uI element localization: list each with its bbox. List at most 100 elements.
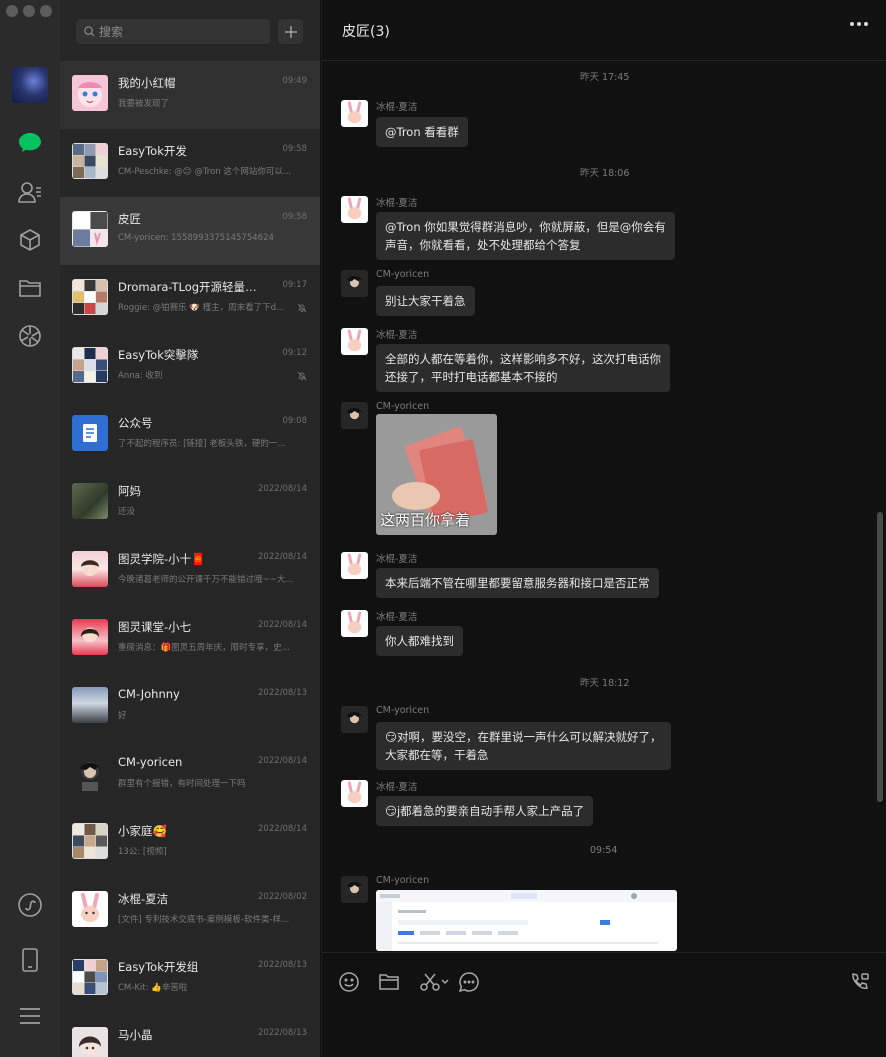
- conversation-preview: 还没: [118, 507, 136, 517]
- message-bubble[interactable]: 全部的人都在等着你，这样影响多不好，这次打电话你 还接了，平时打电话都基本不接的: [376, 344, 670, 392]
- search-input[interactable]: 搜索: [76, 19, 270, 44]
- conversation-preview: Roggie: @铂赛乐 🐶 槿主，周末看了下d...: [118, 303, 285, 313]
- minimize-window-button[interactable]: [23, 5, 35, 17]
- avatar[interactable]: [341, 328, 368, 355]
- conversation-list: 搜索 我的小红帽 09:49 我要被发现了 EasyTok开发 09:58 CM…: [60, 0, 320, 1057]
- conversation-time: 2022/08/13: [258, 1028, 307, 1038]
- conversation-item[interactable]: 阿妈 2022/08/14 还没: [60, 469, 320, 537]
- avatar: [72, 687, 108, 723]
- video-call-icon[interactable]: [848, 970, 872, 994]
- avatar[interactable]: [341, 196, 368, 223]
- conversation-item[interactable]: 小家庭🥰 2022/08/14 13公: [视频]: [60, 809, 320, 877]
- group-avatar: [72, 279, 108, 315]
- avatar[interactable]: [341, 100, 368, 127]
- folder-icon[interactable]: [377, 970, 401, 994]
- more-dots-icon: [850, 22, 854, 26]
- message-text: 你人都难找到: [385, 634, 454, 648]
- my-avatar[interactable]: [12, 67, 48, 103]
- avatar[interactable]: [341, 780, 368, 807]
- message-bubble[interactable]: @Tron 你如果觉得群消息吵，你就屏蔽，但是@你会有 声音，你就看看，处不处理…: [376, 212, 675, 260]
- favorites-icon[interactable]: [15, 225, 45, 255]
- avatar[interactable]: [341, 876, 368, 903]
- conversation-item[interactable]: 我的小红帽 09:49 我要被发现了: [60, 61, 320, 129]
- contacts-icon[interactable]: [15, 177, 45, 207]
- conversation-item[interactable]: EasyTok突擊隊 09:12 Anna: 收到: [60, 333, 320, 401]
- conversation-name: 公众号: [118, 416, 153, 430]
- conversation-item[interactable]: 冰棍-夏洁 2022/08/02 [文件] 专利技术交底书-案例模板-软件类-样…: [60, 877, 320, 945]
- message-text: 还接了，平时打电话都基本不接的: [385, 370, 558, 384]
- avatar[interactable]: [341, 552, 368, 579]
- window-controls: [6, 5, 52, 17]
- group-avatar: [72, 823, 108, 859]
- sender-name: CM-yoricen: [376, 705, 430, 716]
- avatar: [72, 891, 108, 927]
- conversation-item[interactable]: 图灵学院-小十🧧 2022/08/14 今晚诸葛老师的公开课千万不能错过哦~~大…: [60, 537, 320, 605]
- conversation-item[interactable]: 公众号 09:08 了不起的程序员: [链接] 老板头铁，硬的一...: [60, 401, 320, 469]
- conversation-name: 小家庭🥰: [118, 824, 167, 838]
- avatar[interactable]: [341, 610, 368, 637]
- mute-icon: [297, 303, 307, 313]
- conversation-item[interactable]: CM-Johnny 2022/08/13 好: [60, 673, 320, 741]
- sender-name: 冰棍-夏洁: [376, 554, 418, 565]
- message-bubble[interactable]: 你人都难找到: [376, 626, 463, 656]
- conversation-item[interactable]: EasyTok开发 09:58 CM-Peschke: @😊 @Tron 这个网…: [60, 129, 320, 197]
- message-text: 😏j都着急的要亲自动手帮人家上产品了: [385, 804, 585, 818]
- message-bubble[interactable]: @Tron 看看群: [376, 117, 468, 147]
- conversation-name: 我的小红帽: [118, 76, 176, 90]
- files-icon[interactable]: [15, 273, 45, 303]
- emoji-icon[interactable]: [337, 970, 361, 994]
- conversation-time: 2022/08/13: [258, 688, 307, 698]
- timestamp: 昨天 18:06: [580, 168, 630, 179]
- message-bubble[interactable]: 本来后端不管在哪里都要留意服务器和接口是否正常: [376, 568, 659, 598]
- message-bubble[interactable]: 😏j都着急的要亲自动手帮人家上产品了: [376, 796, 594, 826]
- message-text: @Tron 看看群: [385, 125, 459, 139]
- chat-scrollbar[interactable]: [877, 512, 883, 802]
- mute-icon: [297, 371, 307, 381]
- image-message[interactable]: 这两百你拿着: [376, 414, 497, 535]
- conversation-time: 2022/08/14: [258, 756, 307, 766]
- conversation-name: EasyTok开发组: [118, 960, 199, 974]
- conversation-item-selected[interactable]: 皮匠 09:58 CM-yoricen: 1558993375145754624: [60, 197, 320, 265]
- chat-icon[interactable]: [15, 128, 45, 158]
- maximize-window-button[interactable]: [40, 5, 52, 17]
- more-options-button[interactable]: [850, 22, 868, 26]
- conversation-item[interactable]: CM-yoricen 2022/08/14 群里有个报错，有时间处理一下吗: [60, 741, 320, 809]
- conversation-preview: CM-Kit: 👍辛苦啦: [118, 983, 188, 993]
- close-window-button[interactable]: [6, 5, 18, 17]
- avatar[interactable]: [341, 270, 368, 297]
- menu-icon[interactable]: [15, 1001, 45, 1031]
- message-text: 本来后端不管在哪里都要留意服务器和接口是否正常: [385, 576, 650, 590]
- message-bubble[interactable]: 😏对啊，要没空，在群里说一声什么可以解决就好了， 大家都在等，干着急: [376, 722, 671, 770]
- mini-program-icon[interactable]: [15, 890, 45, 920]
- conversation-time: 2022/08/14: [258, 484, 307, 494]
- conversation-time: 09:17: [282, 280, 308, 290]
- sender-name: CM-yoricen: [376, 269, 430, 280]
- phone-icon[interactable]: [15, 945, 45, 975]
- conversation-item[interactable]: 马小晶 2022/08/13: [60, 1013, 320, 1057]
- conversation-name: Dromara-TLog开源轻量级日...: [118, 280, 258, 294]
- avatar: [72, 75, 108, 111]
- add-button[interactable]: [278, 19, 303, 44]
- message-bubble[interactable]: 别让大家干着急: [376, 286, 475, 316]
- avatar[interactable]: [341, 402, 368, 429]
- conversation-item[interactable]: EasyTok开发组 2022/08/13 CM-Kit: 👍辛苦啦: [60, 945, 320, 1013]
- group-avatar: [72, 211, 108, 247]
- scissors-icon[interactable]: [418, 970, 452, 994]
- message-input-area[interactable]: [322, 952, 886, 1057]
- conversation-name: CM-yoricen: [118, 755, 183, 769]
- conversation-preview: 今晚诸葛老师的公开课千万不能错过哦~~大...: [118, 575, 294, 585]
- sender-name: CM-yoricen: [376, 875, 430, 886]
- conversation-name: EasyTok开发: [118, 144, 187, 158]
- chat-bubble-icon[interactable]: [457, 970, 481, 994]
- search-bar: 搜索: [60, 0, 320, 61]
- conversation-item[interactable]: 图灵课堂-小七 2022/08/14 重磅消息：🎁图灵五周年庆，限时专享，史..…: [60, 605, 320, 673]
- conversation-item[interactable]: Dromara-TLog开源轻量级日... 09:17 Roggie: @铂赛乐…: [60, 265, 320, 333]
- conversation-time: 2022/08/14: [258, 620, 307, 630]
- moments-icon[interactable]: [15, 321, 45, 351]
- avatar: [72, 1027, 108, 1057]
- group-avatar: [72, 143, 108, 179]
- avatar[interactable]: [341, 706, 368, 733]
- screenshot-image-message[interactable]: [376, 890, 677, 951]
- conversation-time: 2022/08/14: [258, 824, 307, 834]
- message-text: @Tron 你如果觉得群消息吵，你就屏蔽，但是@你会有: [385, 220, 666, 234]
